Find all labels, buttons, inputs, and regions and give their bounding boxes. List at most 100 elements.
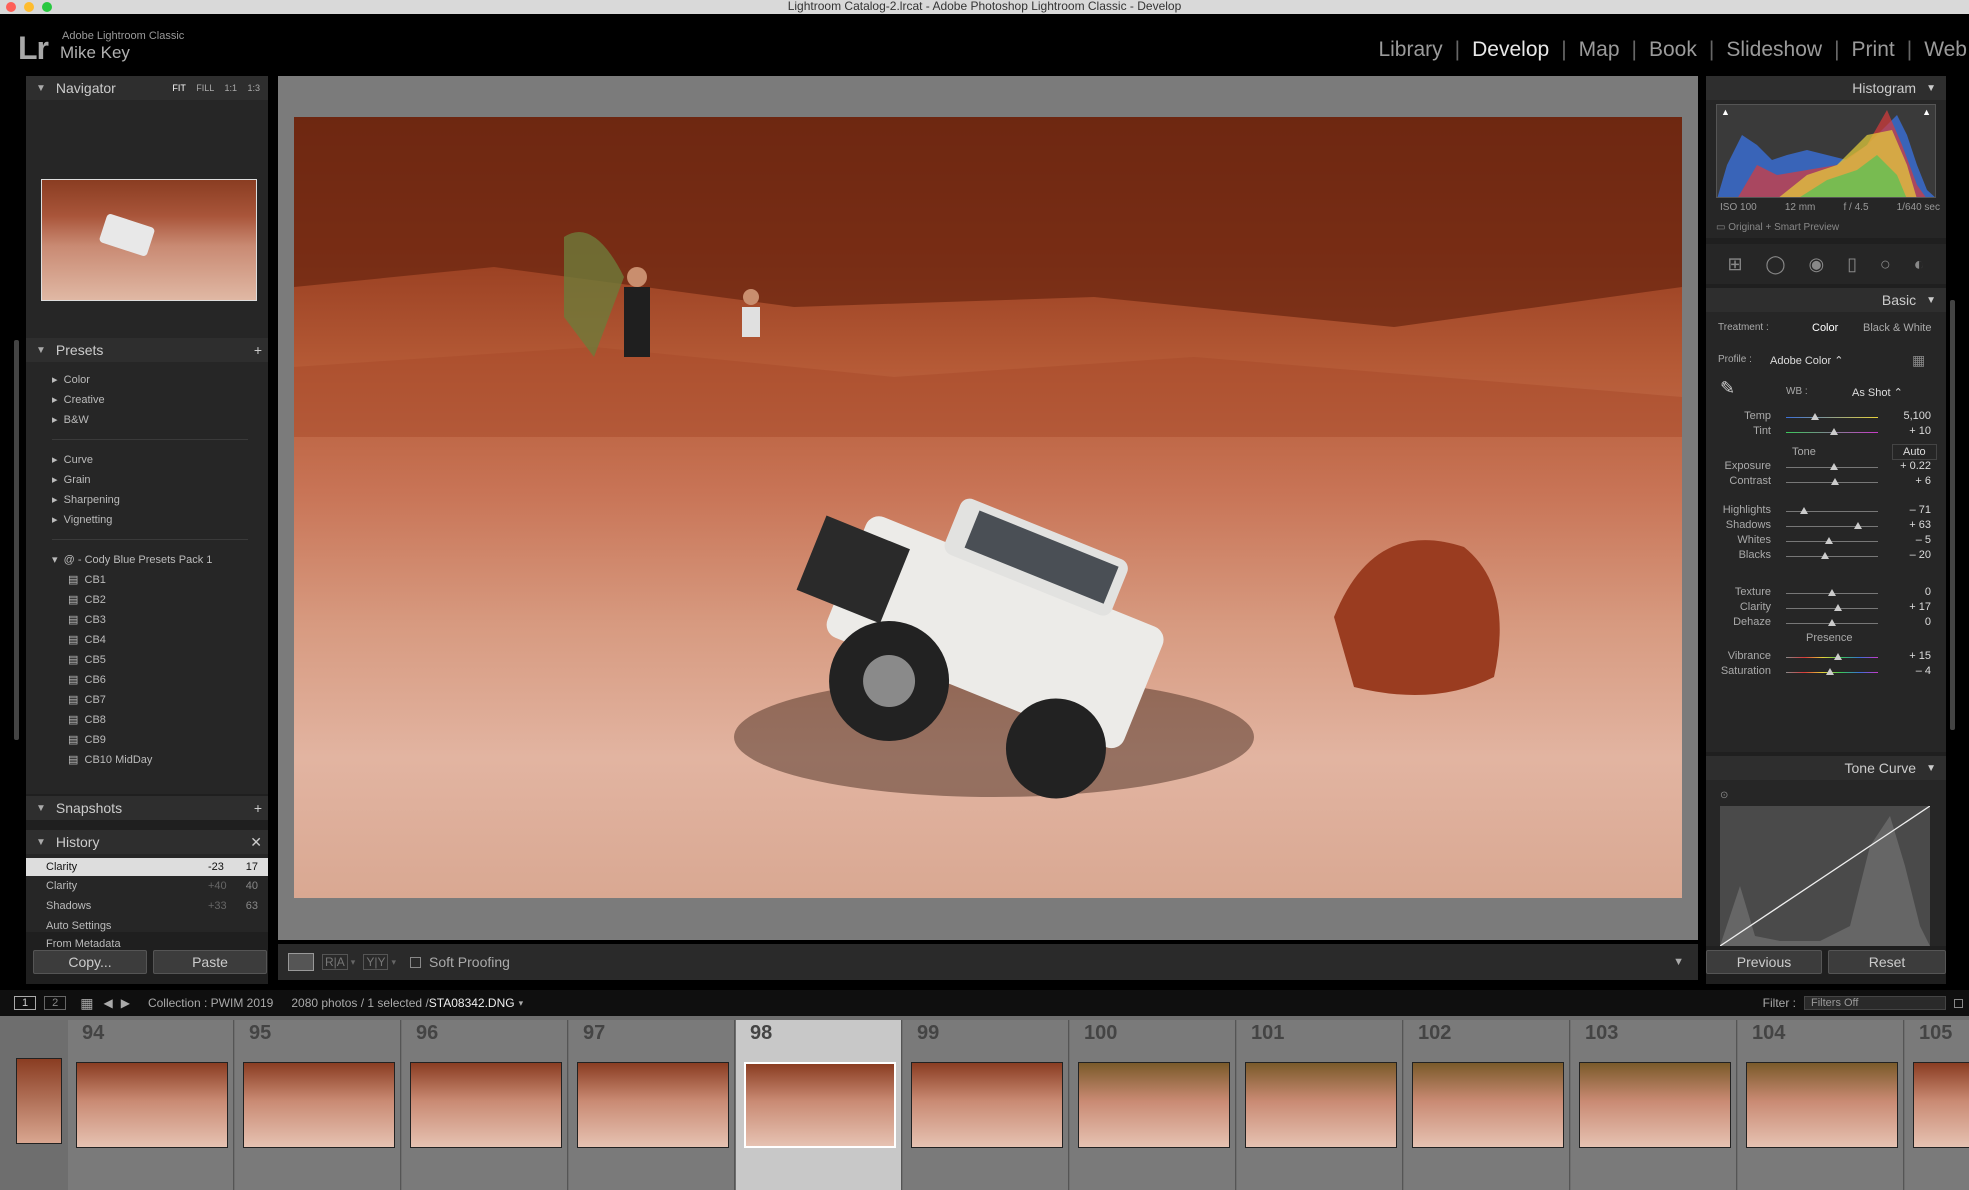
preset-group-color[interactable]: ▸ Color bbox=[52, 370, 268, 390]
slider-value[interactable]: + 0.22 bbox=[1881, 460, 1931, 472]
zoom-fill[interactable]: FILL bbox=[196, 83, 214, 93]
preset-item[interactable]: ▤ CB2 bbox=[52, 590, 268, 610]
filter-select[interactable]: Filters Off bbox=[1804, 996, 1946, 1010]
module-slideshow[interactable]: Slideshow bbox=[1714, 38, 1834, 62]
profile-select[interactable]: Adobe Color ⌃ bbox=[1770, 354, 1843, 367]
module-web[interactable]: Web bbox=[1912, 38, 1969, 62]
history-row[interactable]: Clarity +40 40 bbox=[26, 876, 268, 896]
slider-knob[interactable] bbox=[1811, 413, 1820, 420]
preset-group-creative[interactable]: ▸ Creative bbox=[52, 390, 268, 410]
slider-value[interactable]: + 15 bbox=[1881, 650, 1931, 662]
slider-knob[interactable] bbox=[1834, 604, 1843, 611]
filmstrip-cell[interactable]: 97 bbox=[569, 1020, 735, 1190]
slider-value[interactable]: – 5 bbox=[1881, 534, 1931, 546]
slider-value[interactable]: 5,100 bbox=[1881, 410, 1931, 422]
before-after-split-icon[interactable]: Y|Y bbox=[363, 954, 389, 970]
add-snapshot-icon[interactable]: + bbox=[254, 800, 262, 816]
slider-knob[interactable] bbox=[1829, 428, 1838, 435]
slider-knob[interactable] bbox=[1828, 589, 1836, 596]
preset-item[interactable]: ▤ CB5 bbox=[52, 650, 268, 670]
slider-value[interactable]: – 20 bbox=[1881, 549, 1931, 561]
history-row[interactable]: Auto Settings bbox=[26, 916, 268, 936]
filmstrip-thumbnail[interactable] bbox=[243, 1062, 395, 1148]
histogram-header[interactable]: Histogram ▼ bbox=[1706, 76, 1946, 100]
tone-curve-header[interactable]: Tone Curve ▼ bbox=[1706, 756, 1946, 780]
navigator-thumbnail[interactable] bbox=[41, 179, 257, 301]
slider-knob[interactable] bbox=[1828, 619, 1836, 626]
slider-value[interactable]: – 4 bbox=[1881, 665, 1931, 677]
preset-item[interactable]: ▤ CB10 MidDay bbox=[52, 750, 268, 770]
secondary-display-icon[interactable]: 2 bbox=[44, 996, 67, 1010]
right-panel-scrollbar[interactable] bbox=[1950, 300, 1955, 730]
wb-select[interactable]: As Shot ⌃ bbox=[1852, 386, 1903, 399]
reset-button[interactable]: Reset bbox=[1828, 950, 1946, 974]
slider-knob[interactable] bbox=[1830, 478, 1839, 485]
highlight-clipping-icon[interactable]: ▲ bbox=[1922, 107, 1931, 117]
slider-knob[interactable] bbox=[1826, 668, 1835, 675]
filmstrip-cell[interactable]: 95 bbox=[235, 1020, 401, 1190]
slider-saturation[interactable]: Saturation – 4 bbox=[1706, 663, 1941, 681]
filmstrip-thumbnail[interactable] bbox=[911, 1062, 1063, 1148]
filmstrip-cell[interactable]: 103 bbox=[1571, 1020, 1737, 1190]
slider-knob[interactable] bbox=[1825, 537, 1834, 544]
slider-value[interactable]: + 17 bbox=[1881, 601, 1931, 613]
back-arrow-icon[interactable]: ◀ bbox=[103, 996, 112, 1010]
filmstrip-thumbnail[interactable] bbox=[1746, 1062, 1898, 1148]
soft-proofing-checkbox[interactable] bbox=[409, 956, 421, 968]
previous-button[interactable]: Previous bbox=[1706, 950, 1822, 974]
left-panel-scrollbar[interactable] bbox=[14, 340, 19, 740]
filmstrip-cell[interactable]: 98 bbox=[736, 1020, 902, 1190]
chevron-down-icon[interactable]: ▾ bbox=[391, 957, 396, 968]
slider-contrast[interactable]: Contrast + 6 bbox=[1706, 473, 1941, 491]
history-row[interactable]: Shadows +33 63 bbox=[26, 896, 268, 916]
grid-view-icon[interactable]: ▦ bbox=[80, 995, 93, 1012]
slider-track[interactable] bbox=[1786, 526, 1878, 527]
zoom-window-button[interactable] bbox=[42, 2, 52, 12]
filmstrip-thumbnail[interactable] bbox=[1412, 1062, 1564, 1148]
slider-track[interactable] bbox=[1786, 556, 1878, 557]
slider-value[interactable]: + 63 bbox=[1881, 519, 1931, 531]
preset-group-curve[interactable]: ▸ Curve bbox=[52, 450, 268, 470]
slider-value[interactable]: + 6 bbox=[1881, 475, 1931, 487]
loupe-view-icon[interactable] bbox=[288, 953, 314, 971]
partial-thumbnail[interactable] bbox=[16, 1058, 62, 1144]
filmstrip-cell[interactable]: 104 bbox=[1738, 1020, 1904, 1190]
adjustment-brush-icon[interactable]: ◐ bbox=[1914, 254, 1925, 275]
before-after-left-right-icon[interactable]: R|A bbox=[322, 954, 348, 970]
red-eye-icon[interactable]: ◉ bbox=[1808, 254, 1824, 275]
filmstrip-thumbnail[interactable] bbox=[577, 1062, 729, 1148]
slider-value[interactable]: 0 bbox=[1881, 586, 1931, 598]
filmstrip-cell[interactable]: 100 bbox=[1070, 1020, 1236, 1190]
treatment-color[interactable]: Color bbox=[1812, 322, 1838, 334]
presets-header[interactable]: ▼ Presets + bbox=[26, 338, 268, 362]
filmstrip-thumbnail[interactable] bbox=[1078, 1062, 1230, 1148]
histogram-graph[interactable]: ▲ ▲ bbox=[1716, 104, 1936, 198]
filmstrip-thumbnail[interactable] bbox=[76, 1062, 228, 1148]
module-print[interactable]: Print bbox=[1840, 38, 1907, 62]
chevron-down-icon[interactable]: ▾ bbox=[519, 998, 524, 1009]
preset-group-grain[interactable]: ▸ Grain bbox=[52, 470, 268, 490]
preset-item[interactable]: ▤ CB8 bbox=[52, 710, 268, 730]
snapshots-header[interactable]: ▼ Snapshots + bbox=[26, 796, 268, 820]
paste-button[interactable]: Paste bbox=[153, 950, 267, 974]
filmstrip-thumbnail[interactable] bbox=[744, 1062, 896, 1148]
basic-header[interactable]: Basic ▼ bbox=[1706, 288, 1946, 312]
navigator-preview[interactable] bbox=[26, 100, 268, 338]
toolbar-menu-icon[interactable]: ▼ bbox=[1673, 956, 1684, 968]
add-preset-icon[interactable]: + bbox=[254, 342, 262, 358]
filmstrip-cell[interactable]: 96 bbox=[402, 1020, 568, 1190]
zoom-1-3[interactable]: 1:3 bbox=[247, 83, 260, 93]
zoom-1-1[interactable]: 1:1 bbox=[224, 83, 237, 93]
slider-knob[interactable] bbox=[1829, 463, 1838, 470]
slider-tint[interactable]: Tint + 10 bbox=[1706, 423, 1941, 441]
spot-removal-icon[interactable]: ◯ bbox=[1765, 254, 1785, 275]
graduated-filter-icon[interactable]: ▯ bbox=[1847, 254, 1857, 275]
minimize-window-button[interactable] bbox=[24, 2, 34, 12]
preset-group-bw[interactable]: ▸ B&W bbox=[52, 410, 268, 430]
module-develop[interactable]: Develop bbox=[1460, 38, 1561, 62]
copy-button[interactable]: Copy... bbox=[33, 950, 147, 974]
history-row[interactable]: Clarity -23 17 bbox=[26, 858, 268, 876]
crop-tool-icon[interactable]: ⊞ bbox=[1727, 254, 1742, 275]
slider-track[interactable] bbox=[1786, 657, 1878, 658]
treatment-bw[interactable]: Black & White bbox=[1863, 322, 1931, 334]
